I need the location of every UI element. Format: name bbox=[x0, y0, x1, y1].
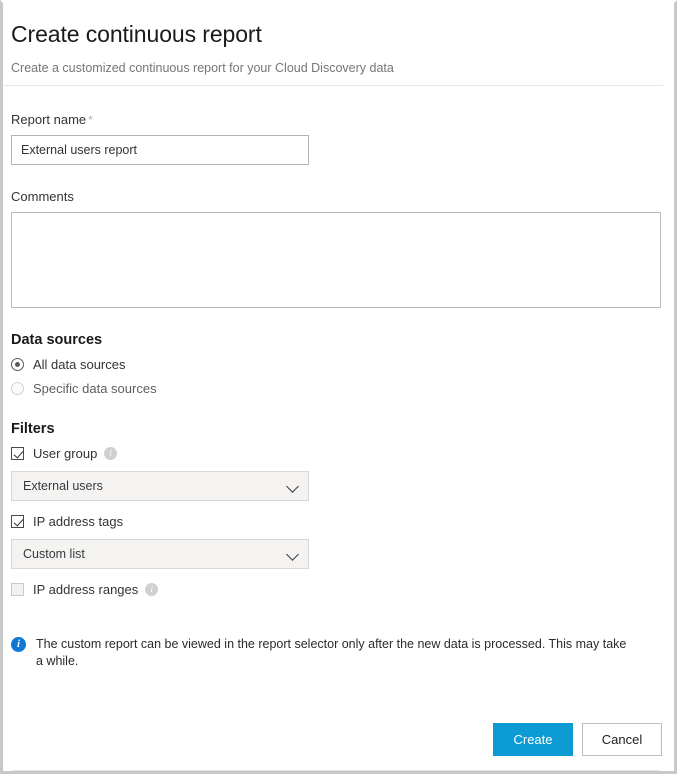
footer-divider bbox=[11, 770, 661, 771]
info-notice-text: The custom report can be viewed in the r… bbox=[36, 636, 631, 670]
dialog-window: Create continuous report Create a custom… bbox=[0, 0, 677, 774]
checkbox-unchecked-icon bbox=[11, 583, 24, 596]
report-name-input[interactable] bbox=[11, 135, 309, 165]
checkbox-ip-address-ranges[interactable]: IP address ranges i bbox=[11, 581, 674, 598]
radio-specific-data-sources-label: Specific data sources bbox=[33, 381, 157, 397]
footer-button-row: Create Cancel bbox=[493, 723, 662, 756]
checkbox-checked-icon bbox=[11, 515, 24, 528]
create-button[interactable]: Create bbox=[493, 723, 573, 756]
info-icon[interactable]: i bbox=[104, 447, 117, 460]
filters-heading: Filters bbox=[11, 420, 674, 438]
required-asterisk: * bbox=[88, 113, 93, 127]
report-name-label: Report name* bbox=[11, 112, 674, 128]
page-title: Create continuous report bbox=[11, 19, 674, 49]
comments-label: Comments bbox=[11, 189, 674, 205]
page-subtitle: Create a customized continuous report fo… bbox=[11, 60, 674, 76]
ip-address-tags-dropdown-value: Custom list bbox=[12, 547, 85, 561]
checkbox-ip-address-tags[interactable]: IP address tags bbox=[11, 513, 674, 530]
radio-specific-data-sources[interactable]: Specific data sources bbox=[11, 380, 674, 397]
report-name-field: Report name* bbox=[11, 112, 674, 165]
info-icon[interactable]: i bbox=[145, 583, 158, 596]
radio-all-data-sources[interactable]: All data sources bbox=[11, 356, 674, 373]
panel-header: Create continuous report Create a custom… bbox=[3, 3, 674, 76]
info-circle-icon: i bbox=[11, 637, 26, 652]
radio-unselected-icon bbox=[11, 382, 24, 395]
checkbox-checked-icon bbox=[11, 447, 24, 460]
radio-selected-icon bbox=[11, 358, 24, 371]
filters-section: Filters User group i External users IP a… bbox=[11, 420, 674, 598]
user-group-dropdown-value: External users bbox=[12, 479, 103, 493]
cancel-button[interactable]: Cancel bbox=[582, 723, 662, 756]
comments-field: Comments bbox=[11, 189, 674, 308]
panel-footer: Create Cancel bbox=[3, 705, 674, 771]
create-continuous-report-panel: Create continuous report Create a custom… bbox=[3, 3, 674, 771]
info-notice: i The custom report can be viewed in the… bbox=[11, 636, 631, 670]
checkbox-ip-address-tags-label: IP address tags bbox=[33, 514, 123, 530]
checkbox-ip-address-ranges-label: IP address ranges bbox=[33, 582, 138, 598]
checkbox-user-group-label: User group bbox=[33, 446, 97, 462]
data-sources-section: Data sources All data sources Specific d… bbox=[11, 331, 674, 397]
chevron-down-icon bbox=[286, 548, 299, 561]
checkbox-user-group[interactable]: User group i bbox=[11, 445, 674, 462]
chevron-down-icon bbox=[286, 480, 299, 493]
report-form: Report name* Comments Data sources All d… bbox=[3, 112, 674, 598]
user-group-dropdown[interactable]: External users bbox=[11, 471, 309, 501]
header-divider bbox=[3, 85, 663, 86]
radio-all-data-sources-label: All data sources bbox=[33, 357, 126, 373]
comments-textarea[interactable] bbox=[11, 212, 661, 308]
data-sources-heading: Data sources bbox=[11, 331, 674, 349]
ip-address-tags-dropdown[interactable]: Custom list bbox=[11, 539, 309, 569]
report-name-label-text: Report name bbox=[11, 112, 86, 127]
